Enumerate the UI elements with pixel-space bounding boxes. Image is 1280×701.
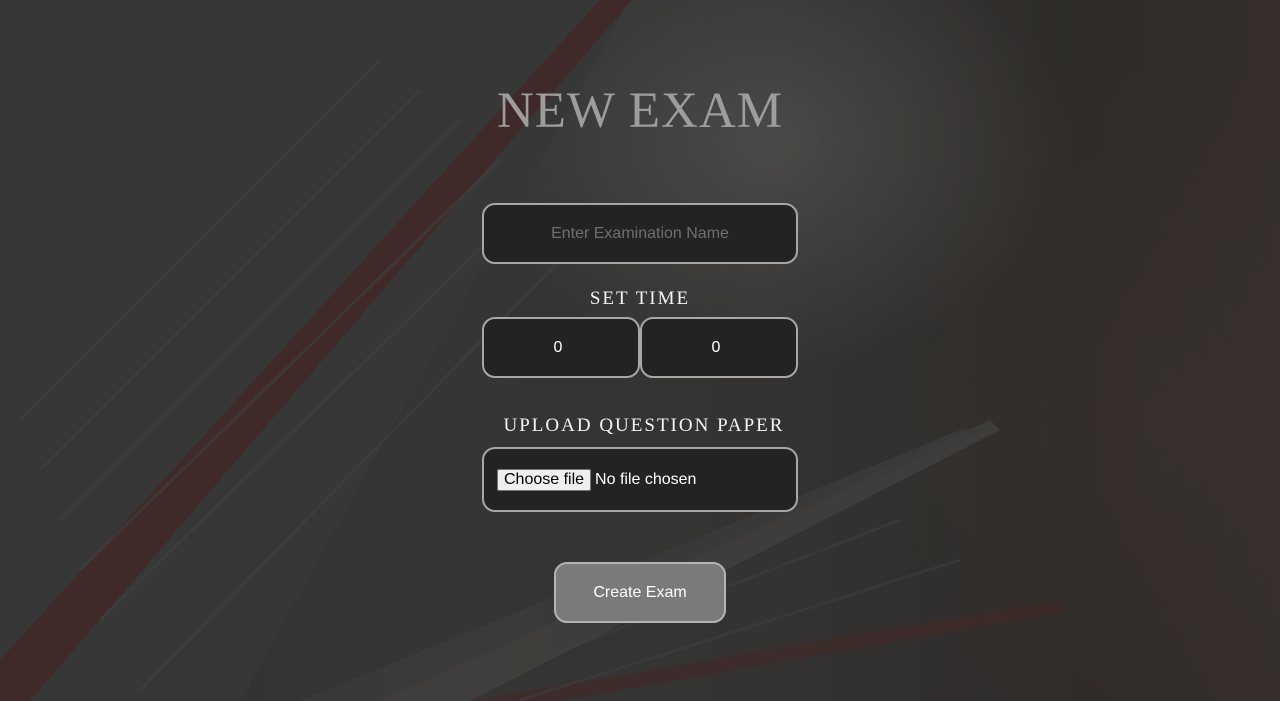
set-time-label: SET TIME: [589, 288, 691, 309]
file-upload-field[interactable]: Choose file No file chosen: [482, 447, 798, 512]
time-minutes-input[interactable]: [640, 317, 798, 378]
create-exam-button[interactable]: Create Exam: [554, 562, 726, 623]
choose-file-button[interactable]: Choose file: [497, 468, 592, 491]
file-status-text: No file chosen: [595, 470, 697, 488]
page-title: NEW EXAM: [496, 83, 784, 139]
time-hours-input[interactable]: [482, 317, 640, 378]
exam-name-input[interactable]: [482, 203, 798, 264]
upload-question-paper-label: UPLOAD QUESTION PAPER: [503, 415, 785, 436]
